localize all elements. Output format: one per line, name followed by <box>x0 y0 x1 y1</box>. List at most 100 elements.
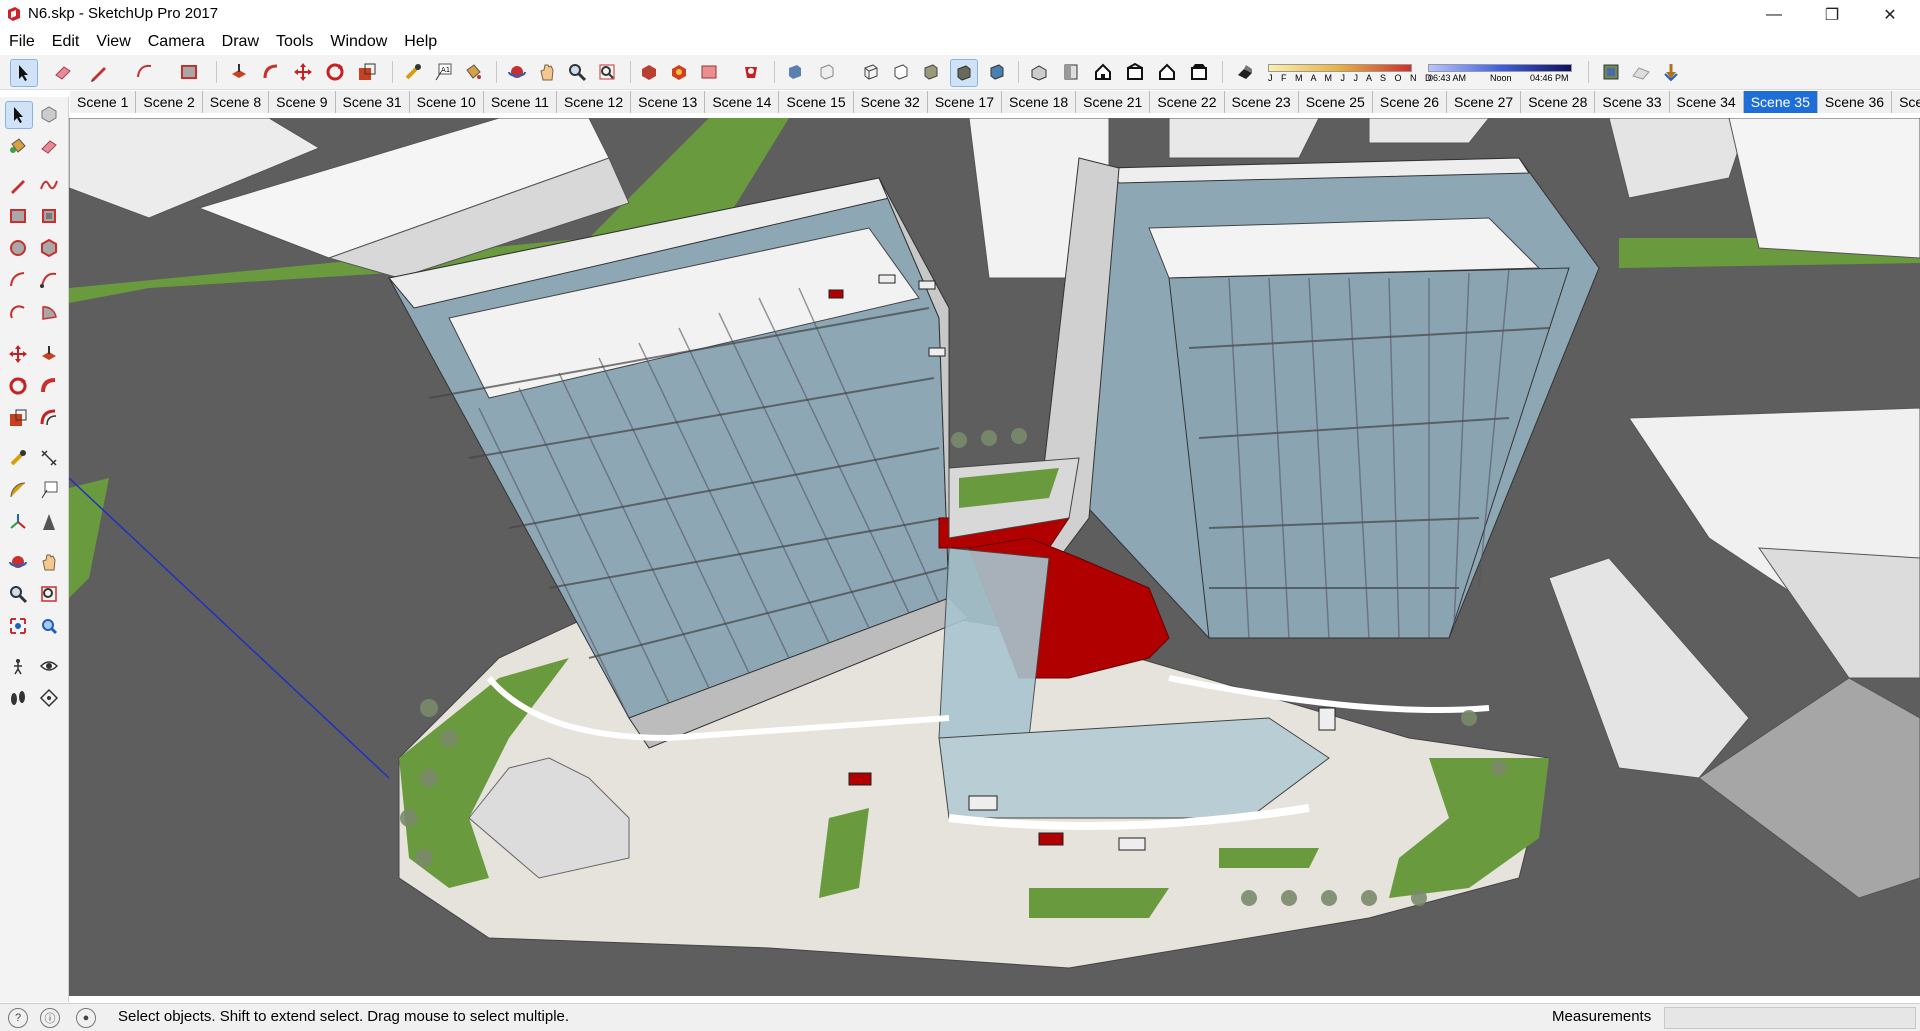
orbit-icon[interactable] <box>5 549 31 575</box>
three-point-arc-icon[interactable] <box>5 299 31 325</box>
pan-tool-icon[interactable] <box>534 59 560 85</box>
tab-scene-1[interactable]: Scene 1 <box>70 91 137 113</box>
follow-me-icon[interactable] <box>36 373 62 399</box>
menu-help[interactable]: Help <box>395 31 445 53</box>
paint-bucket-icon[interactable] <box>5 133 31 159</box>
tab-scene-12[interactable]: Scene 12 <box>556 91 632 113</box>
credits-info-icon[interactable]: ⓘ <box>40 1008 60 1028</box>
eraser-icon[interactable] <box>36 133 62 159</box>
tab-scene-2[interactable]: Scene 2 <box>136 91 203 113</box>
walk-icon[interactable] <box>5 685 31 711</box>
back-edges-style-icon[interactable] <box>814 59 840 85</box>
rotated-rectangle-icon[interactable] <box>36 203 62 229</box>
menu-draw[interactable]: Draw <box>213 31 267 53</box>
push-pull-icon[interactable] <box>36 341 62 367</box>
position-camera-icon[interactable] <box>5 653 31 679</box>
pie-icon[interactable] <box>36 299 62 325</box>
eraser-tool-icon[interactable] <box>50 59 76 85</box>
menu-window[interactable]: Window <box>321 31 395 53</box>
shaded-style-icon[interactable] <box>918 59 944 85</box>
iso-view-icon[interactable] <box>1026 59 1052 85</box>
select-arrow-icon[interactable] <box>5 101 33 129</box>
tab-scene-15[interactable]: Scene 15 <box>779 91 854 113</box>
tape-measure-tool-icon[interactable] <box>400 59 426 85</box>
left-view-icon[interactable] <box>1186 59 1212 85</box>
user-account-icon[interactable]: ● <box>76 1008 96 1028</box>
xray-style-icon[interactable] <box>782 59 808 85</box>
section-plane-icon[interactable] <box>36 685 62 711</box>
tab-scene-22[interactable]: Scene 22 <box>1150 91 1225 113</box>
tab-scene-33[interactable]: Scene 33 <box>1595 91 1670 113</box>
tab-scene-29[interactable]: Scene 29 <box>1892 91 1920 113</box>
scale-tool-icon[interactable] <box>354 59 380 85</box>
protractor-icon[interactable] <box>5 477 31 503</box>
back-view-icon[interactable] <box>1154 59 1180 85</box>
tab-scene-11[interactable]: Scene 11 <box>483 91 557 113</box>
shadow-date-bar[interactable] <box>1268 64 1412 72</box>
look-around-icon[interactable] <box>36 653 62 679</box>
tab-scene-10[interactable]: Scene 10 <box>409 91 484 113</box>
polygon-icon[interactable] <box>36 235 62 261</box>
move-icon[interactable] <box>5 341 31 367</box>
3d-text-icon[interactable] <box>36 509 62 535</box>
menu-edit[interactable]: Edit <box>43 31 88 53</box>
zoom-extents-icon[interactable] <box>5 613 31 639</box>
scale-icon[interactable] <box>5 405 31 431</box>
zoom-window-icon[interactable] <box>36 581 62 607</box>
tab-scene-8[interactable]: Scene 8 <box>202 91 270 113</box>
shadow-time-slider[interactable]: 06:43 AM Noon 04:46 PM <box>1428 58 1574 88</box>
3d-warehouse-icon[interactable] <box>636 59 662 85</box>
arc-tool-icon[interactable] <box>132 59 158 85</box>
wireframe-style-icon[interactable] <box>858 59 884 85</box>
tab-scene-25[interactable]: Scene 25 <box>1298 91 1373 113</box>
dimension-icon[interactable] <box>36 445 62 471</box>
tape-measure-icon[interactable] <box>5 445 31 471</box>
tab-scene-32[interactable]: Scene 32 <box>853 91 928 113</box>
tab-scene-23[interactable]: Scene 23 <box>1224 91 1299 113</box>
tab-scene-27[interactable]: Scene 27 <box>1447 91 1522 113</box>
tab-scene-28[interactable]: Scene 28 <box>1521 91 1596 113</box>
axes-icon[interactable] <box>5 509 31 535</box>
make-component-icon[interactable] <box>36 101 62 127</box>
select-tool-icon[interactable] <box>10 59 38 87</box>
text-icon[interactable] <box>36 477 62 503</box>
follow-me-tool-icon[interactable] <box>258 59 284 85</box>
toggle-terrain-icon[interactable] <box>1628 59 1654 85</box>
rectangle-icon[interactable] <box>5 203 31 229</box>
right-view-icon[interactable] <box>1122 59 1148 85</box>
minimize-button[interactable]: — <box>1745 0 1803 30</box>
circle-icon[interactable] <box>5 235 31 261</box>
model-viewport[interactable] <box>69 118 1920 996</box>
paint-bucket-tool-icon[interactable] <box>460 59 486 85</box>
geo-location-icon[interactable]: ? <box>8 1008 28 1028</box>
extension-manager-icon[interactable] <box>738 59 764 85</box>
tab-scene-36[interactable]: Scene 36 <box>1817 91 1893 113</box>
zoom-extents-tool-icon[interactable] <box>594 59 620 85</box>
line-icon[interactable] <box>5 172 31 198</box>
previous-view-icon[interactable] <box>36 613 62 639</box>
freehand-icon[interactable] <box>36 172 62 198</box>
model-scene[interactable] <box>69 118 1920 996</box>
shadows-toggle-icon[interactable] <box>1232 59 1258 85</box>
zoom-icon[interactable] <box>5 581 31 607</box>
shaded-textures-style-icon[interactable] <box>950 59 978 87</box>
menu-camera[interactable]: Camera <box>139 31 213 53</box>
hidden-line-style-icon[interactable] <box>888 59 914 85</box>
tab-scene-21[interactable]: Scene 21 <box>1076 91 1151 113</box>
photo-textures-icon[interactable] <box>1658 59 1684 85</box>
zoom-tool-icon[interactable] <box>564 59 590 85</box>
tab-scene-13[interactable]: Scene 13 <box>631 91 706 113</box>
rectangle-tool-icon[interactable] <box>176 59 202 85</box>
top-view-icon[interactable] <box>1058 59 1084 85</box>
tab-scene-18[interactable]: Scene 18 <box>1002 91 1077 113</box>
tab-scene-26[interactable]: Scene 26 <box>1372 91 1448 113</box>
move-tool-icon[interactable] <box>290 59 316 85</box>
front-view-icon[interactable] <box>1090 59 1116 85</box>
measurements-input[interactable] <box>1664 1007 1916 1029</box>
tab-scene-17[interactable]: Scene 17 <box>927 91 1002 113</box>
extension-warehouse-icon[interactable] <box>666 59 692 85</box>
arc-icon[interactable] <box>5 267 31 293</box>
tab-scene-35[interactable]: Scene 35 <box>1743 91 1818 113</box>
tab-scene-34[interactable]: Scene 34 <box>1669 91 1744 113</box>
tab-scene-31[interactable]: Scene 31 <box>335 91 410 113</box>
